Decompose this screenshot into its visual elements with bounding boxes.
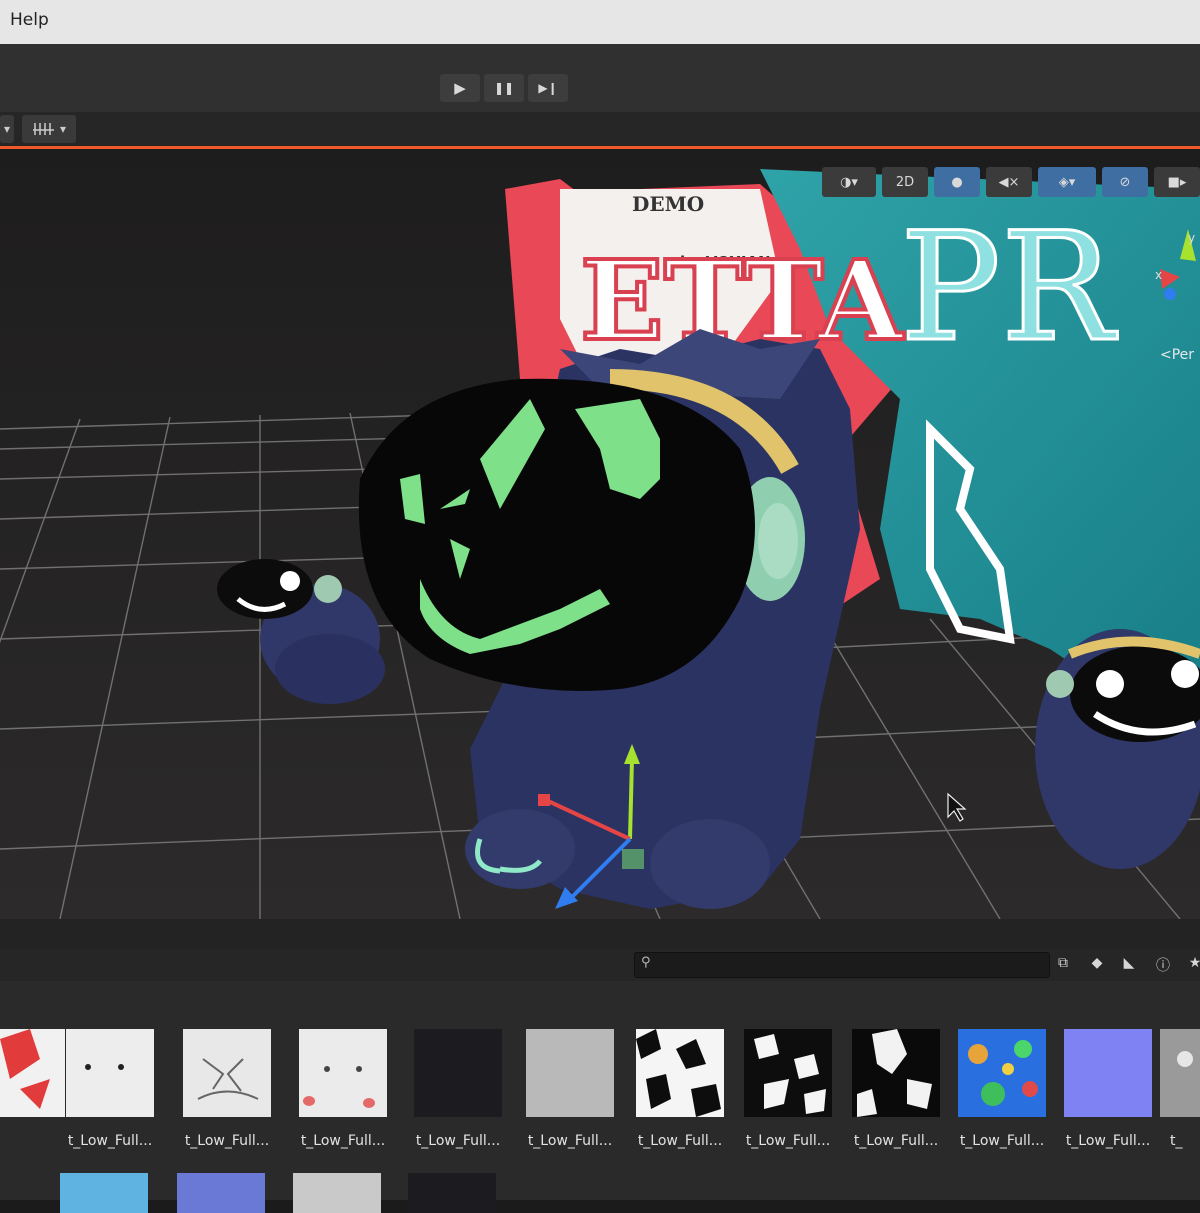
asset-item[interactable]: t_Low_Full... (1058, 1029, 1158, 1149)
asset-item[interactable]: t_Low_Full... (738, 1029, 838, 1149)
asset-thumbnail-row2[interactable] (293, 1173, 381, 1213)
asset-item[interactable]: t_Low_Full... (952, 1029, 1052, 1149)
axis-x-label: x (1155, 268, 1162, 282)
asset-label: t_Low_Full... (853, 1133, 939, 1149)
scene-tool-row: ▾ ▾ (0, 112, 1200, 146)
asset-label: t_Low_Full... (1065, 1133, 1151, 1149)
search-icon: ⚲ (641, 955, 651, 970)
asset-thumbnail (744, 1029, 832, 1117)
asset-label: t_Low_Full... (959, 1133, 1045, 1149)
chevron-down-icon: ▾ (851, 174, 858, 190)
draw-mode-dropdown[interactable]: ◑ ▾ (822, 167, 876, 197)
label-filter-icon[interactable]: ◣ (1118, 955, 1140, 975)
asset-thumbnail (852, 1029, 940, 1117)
asset-item[interactable]: t_Low_Full... (630, 1029, 730, 1149)
asset-thumbnail (299, 1029, 387, 1117)
asset-label: t_Low_Full... (300, 1133, 386, 1149)
mode-2d-button[interactable]: 2D (882, 167, 928, 197)
asset-item[interactable]: t_Low_Full... (408, 1029, 508, 1149)
asset-thumbnail-row2[interactable] (60, 1173, 148, 1213)
axis-y-label: y (1188, 231, 1195, 245)
warning-filter-icon[interactable]: ⓘ (1152, 955, 1174, 975)
asset-item[interactable]: t_Low_Full... (60, 1029, 160, 1149)
asset-label: t_Low_Full... (415, 1133, 501, 1149)
layers-icon: ◈ (1058, 174, 1069, 190)
banner-word-pr: PR (900, 201, 1118, 375)
filter-type-icon[interactable]: ◆ (1086, 955, 1108, 975)
project-search-row: ⚲ ⧉ ◆ ◣ ⓘ ★ (0, 949, 1200, 981)
camera-icon: ■▸ (1167, 174, 1187, 190)
audio-toggle[interactable]: ◀× (986, 167, 1032, 197)
search-input[interactable]: ⚲ (634, 952, 1050, 978)
banner-demo-text: DEMO (632, 192, 704, 216)
menu-help[interactable]: Help (10, 10, 49, 30)
asset-thumbnail (636, 1029, 724, 1117)
grid-snap-icon (32, 123, 54, 135)
creature-right (1035, 629, 1200, 869)
asset-thumbnail (183, 1029, 271, 1117)
asset-label: t_Low_Full... (184, 1133, 270, 1149)
main-toolbar: ▶ ❚❚ ▶❙ (0, 44, 1200, 112)
asset-thumbnail-row2[interactable] (408, 1173, 496, 1213)
asset-thumbnail-row2[interactable] (177, 1173, 265, 1213)
step-icon: ▶❙ (538, 81, 558, 95)
chevron-down-icon: ▾ (1068, 174, 1076, 190)
favorite-star-icon[interactable]: ★ (1184, 955, 1200, 975)
scene-overlay-toolbar: ◑ ▾ 2D ● ◀× ◈ ▾ ⊘ ■▸ (822, 167, 1200, 201)
lighting-toggle[interactable]: ● (934, 167, 980, 197)
project-asset-grid: t_Low_Full... t_Low_Full... t_Low_Full..… (0, 981, 1200, 1213)
asset-thumbnail (1064, 1029, 1152, 1117)
asset-thumbnail (1160, 1029, 1200, 1117)
speaker-muted-icon: ◀× (998, 174, 1020, 190)
scene-canvas: DEMO by VOXIAN ETTA PR y x <Per (0, 149, 1200, 919)
asset-item[interactable]: t_Low_Full... (846, 1029, 946, 1149)
asset-thumbnail (958, 1029, 1046, 1117)
eye-slash-icon: ⊘ (1119, 174, 1131, 190)
asset-label: t_ (1170, 1133, 1183, 1149)
step-button[interactable]: ▶❙ (528, 74, 568, 102)
mode-2d-label: 2D (895, 174, 915, 190)
asset-thumbnail (0, 1029, 65, 1117)
asset-item[interactable]: t_ (1160, 1029, 1200, 1149)
open-search-icon[interactable]: ⧉ (1052, 955, 1074, 975)
asset-thumbnail (414, 1029, 502, 1117)
project-panel-header (0, 919, 1200, 949)
pause-button[interactable]: ❚❚ (484, 74, 524, 102)
visibility-toggle[interactable]: ⊘ (1102, 167, 1148, 197)
asset-label: t_Low_Full... (67, 1133, 153, 1149)
menu-bar: Help (0, 0, 1200, 44)
play-button[interactable]: ▶ (440, 74, 480, 102)
tool-dropdown[interactable]: ▾ (0, 115, 14, 143)
camera-dropdown[interactable]: ■▸ (1154, 167, 1200, 197)
asset-item[interactable]: t_Low_Full... (293, 1029, 393, 1149)
snap-dropdown[interactable]: ▾ (22, 115, 76, 143)
play-controls: ▶ ❚❚ ▶❙ (440, 74, 568, 102)
pause-icon: ❚❚ (493, 81, 515, 95)
effects-dropdown[interactable]: ◈ ▾ (1038, 167, 1096, 197)
chevron-down-icon: ▾ (3, 122, 11, 136)
asset-label: t_Low_Full... (637, 1133, 723, 1149)
asset-thumbnail (526, 1029, 614, 1117)
asset-item[interactable]: t_Low_Full... (177, 1029, 277, 1149)
shading-circle-icon: ◑ (840, 174, 852, 190)
asset-label: t_Low_Full... (527, 1133, 613, 1149)
light-bulb-icon: ● (951, 174, 963, 190)
asset-label: t_Low_Full... (745, 1133, 831, 1149)
play-icon: ▶ (454, 79, 466, 97)
chevron-down-icon: ▾ (59, 122, 67, 136)
asset-thumbnail (66, 1029, 154, 1117)
perspective-label[interactable]: <Per (1160, 347, 1194, 363)
scene-view[interactable]: DEMO by VOXIAN ETTA PR y x <Per ◑ ▾ 2D ●… (0, 146, 1200, 922)
asset-item[interactable]: t_Low_Full... (520, 1029, 620, 1149)
